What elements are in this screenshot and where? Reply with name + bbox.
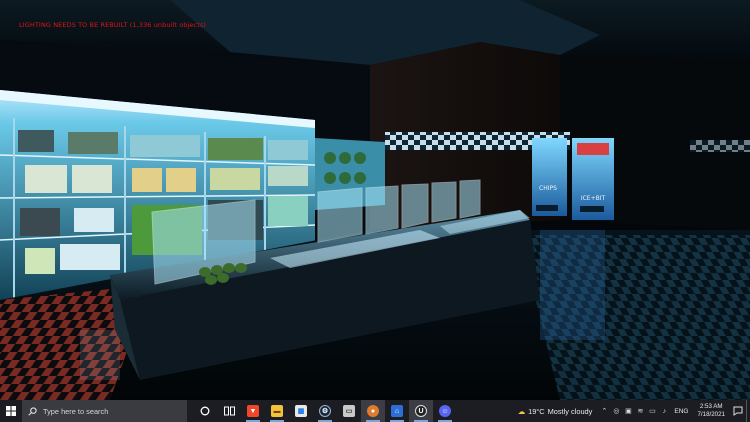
start-button[interactable] bbox=[0, 400, 22, 422]
clock-time: 2:53 AM bbox=[699, 403, 723, 410]
discord-icon: ☺ bbox=[439, 405, 451, 417]
clipboard-icon[interactable]: ▣ bbox=[622, 400, 634, 422]
wifi-icon[interactable]: ≋ bbox=[634, 400, 646, 422]
clock-date: 7/18/2021 bbox=[697, 411, 725, 418]
vending-sign-left: CHIPS bbox=[539, 185, 557, 192]
task-view-icon bbox=[223, 406, 235, 416]
notifications-button[interactable] bbox=[730, 400, 746, 422]
cortana-button[interactable] bbox=[193, 400, 217, 422]
weather-temp: 19°C bbox=[528, 406, 545, 416]
monitor-icon[interactable]: ▭ bbox=[646, 400, 658, 422]
task-view-button[interactable] bbox=[217, 400, 241, 422]
language-indicator[interactable]: ENG bbox=[670, 408, 692, 415]
home-app[interactable]: ⌂ bbox=[385, 400, 409, 422]
clock[interactable]: 2:53 AM 7/18/2021 bbox=[692, 403, 730, 419]
weather-widget[interactable]: ☁ 19°C Mostly cloudy bbox=[512, 407, 599, 416]
weather-condition: Mostly cloudy bbox=[547, 406, 593, 416]
cortana-icon bbox=[200, 406, 210, 416]
microsoft-store-app[interactable]: ▦ bbox=[289, 400, 313, 422]
steam-icon: ⚙ bbox=[319, 405, 331, 417]
chevron-up-icon[interactable]: ⌃ bbox=[598, 400, 610, 422]
show-desktop-button[interactable] bbox=[746, 400, 750, 422]
home-icon: ⌂ bbox=[391, 405, 403, 417]
cloud-sun-icon: ☁ bbox=[517, 406, 526, 416]
system-tray: ☁ 19°C Mostly cloudy ⌃ ◎ ▣ ≋ ▭ ♪ ENG 2:5… bbox=[512, 400, 750, 422]
folder-icon: ▬ bbox=[271, 405, 283, 417]
lighting-warning-text: LIGHTING NEEDS TO BE REBUILT (1,336 unbu… bbox=[19, 21, 206, 29]
avatar-icon: ● bbox=[367, 405, 379, 417]
taskbar: Type here to search ▼ ▬ ▦ ⚙ ▭ ● ⌂ U ☺ ☁ … bbox=[0, 400, 750, 422]
window-icon: ▭ bbox=[343, 405, 355, 417]
app-6[interactable]: ▭ bbox=[337, 400, 361, 422]
volume-icon[interactable]: ♪ bbox=[658, 400, 670, 422]
app-7[interactable]: ● bbox=[361, 400, 385, 422]
search-icon bbox=[28, 406, 37, 416]
steam-app[interactable]: ⚙ bbox=[313, 400, 337, 422]
network-icon[interactable]: ◎ bbox=[610, 400, 622, 422]
unreal-engine-app[interactable]: U bbox=[409, 400, 433, 422]
taskbar-apps: ▼ ▬ ▦ ⚙ ▭ ● ⌂ U ☺ bbox=[193, 400, 457, 422]
store-icon: ▦ bbox=[295, 405, 307, 417]
vending-sign-right: ICE+BIT bbox=[581, 195, 606, 202]
discord-app[interactable]: ☺ bbox=[433, 400, 457, 422]
game-scene: CHIPS ICE+BIT bbox=[0, 0, 750, 400]
notification-icon bbox=[733, 406, 743, 416]
brave-icon: ▼ bbox=[247, 405, 259, 417]
brave-app[interactable]: ▼ bbox=[241, 400, 265, 422]
windows-icon bbox=[6, 406, 16, 416]
search-box[interactable]: Type here to search bbox=[22, 400, 187, 422]
game-viewport[interactable]: CHIPS ICE+BIT LIGHTING NEEDS TO BE REBUI… bbox=[0, 0, 750, 400]
file-explorer-app[interactable]: ▬ bbox=[265, 400, 289, 422]
search-placeholder: Type here to search bbox=[43, 406, 109, 416]
unreal-icon: U bbox=[415, 405, 427, 417]
